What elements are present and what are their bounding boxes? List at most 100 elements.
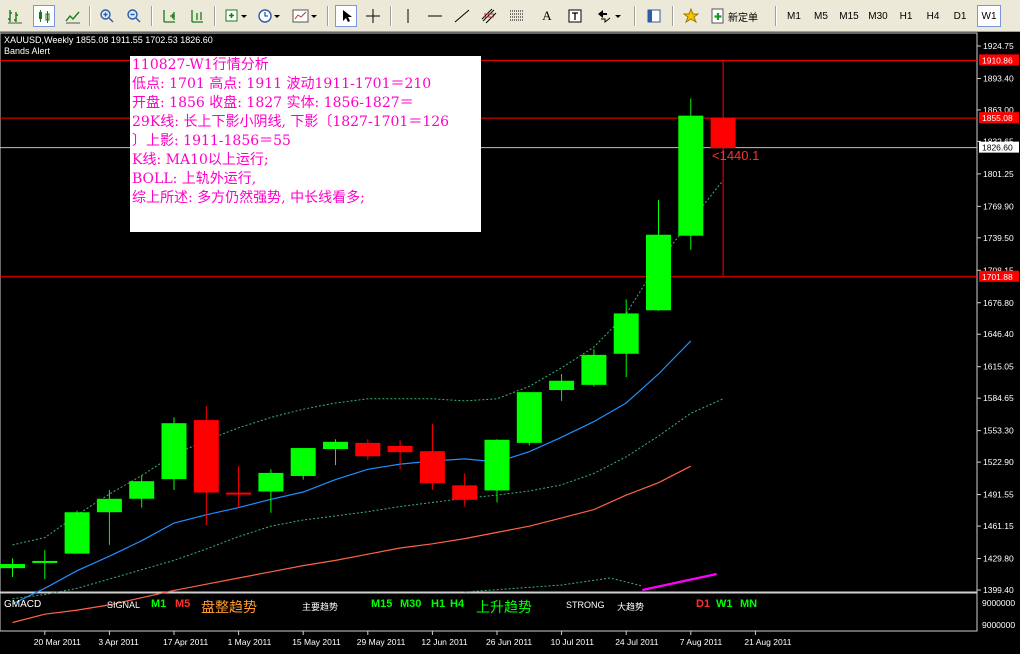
- timeframe-h1[interactable]: H1: [894, 5, 918, 27]
- bullish-candle[interactable]: [96, 498, 122, 513]
- gmacd-signal-label: SIGNAL: [107, 600, 141, 610]
- price-tick-label: 1646.40: [983, 329, 1014, 339]
- bullish-candle[interactable]: [258, 472, 284, 492]
- text-label-icon[interactable]: [564, 5, 586, 27]
- gmacd-uptrend-label: 上升趋势: [476, 600, 532, 616]
- level-price-label: 1701.88: [982, 272, 1013, 282]
- bearish-candle[interactable]: [193, 420, 219, 493]
- autoscroll-icon[interactable]: [158, 5, 180, 27]
- expert-icon[interactable]: [680, 5, 702, 27]
- gmacd-name: GMACD: [4, 599, 42, 610]
- bullish-candle[interactable]: [32, 560, 58, 563]
- gmacd-m5: M5: [175, 598, 191, 610]
- timeframe-h4[interactable]: H4: [921, 5, 945, 27]
- gmacd-big-trend-label: 大趋势: [617, 603, 645, 613]
- bullish-candle[interactable]: [516, 392, 542, 443]
- bullish-candle[interactable]: [161, 423, 187, 480]
- bullish-candle[interactable]: [581, 354, 607, 385]
- indicator-name: Bands Alert: [4, 46, 51, 56]
- timeframe-m30[interactable]: M30: [865, 5, 891, 27]
- analysis-line-3: 开盘: 1856 收盘: 1827 实体: 1856-1827＝: [132, 95, 414, 111]
- analysis-line-7: BOLL: 上轨外运行,: [132, 171, 257, 187]
- candlestick-chart-icon[interactable]: [33, 5, 55, 27]
- periods-icon[interactable]: [255, 5, 283, 27]
- level-price-label: 1855.08: [982, 113, 1013, 123]
- price-tick-label: 1553.30: [983, 426, 1014, 436]
- bullish-candle[interactable]: [678, 115, 704, 236]
- date-tick-label: 24 Jul 2011: [615, 637, 659, 647]
- date-tick-label: 3 Apr 2011: [98, 637, 139, 647]
- gmacd-m30: M30: [400, 598, 422, 610]
- date-tick-label: 1 May 2011: [228, 637, 272, 647]
- bullish-candle[interactable]: [129, 481, 155, 499]
- gmacd-consolidation-label: 盘整趋势: [201, 600, 257, 616]
- gmacd-axis-bottom: 9000000: [982, 620, 1015, 630]
- bullish-candle[interactable]: [290, 448, 316, 476]
- date-tick-label: 29 May 2011: [357, 637, 406, 647]
- main-toolbar: A 新定单 M1 M5 M15 M30 H1 H4 D1 W1: [0, 0, 1020, 32]
- timeframe-m5[interactable]: M5: [809, 5, 833, 27]
- vertical-line-icon[interactable]: [397, 5, 419, 27]
- price-tick-label: 1615.05: [983, 362, 1014, 372]
- price-tick-label: 1461.15: [983, 521, 1014, 531]
- gmacd-d1: D1: [696, 598, 711, 610]
- bullish-candle[interactable]: [0, 564, 25, 569]
- date-tick-label: 20 Mar 2011: [34, 637, 81, 647]
- text-icon[interactable]: A: [536, 5, 558, 27]
- date-tick-label: 12 Jun 2011: [421, 637, 467, 647]
- timeframe-m15[interactable]: M15: [836, 5, 862, 27]
- bearish-candle[interactable]: [452, 485, 478, 500]
- crosshair-icon[interactable]: [362, 5, 384, 27]
- analysis-line-8: 综上所述: 多方仍然强势, 中长线看多;: [132, 190, 365, 206]
- symbol-info: XAUUSD,Weekly 1855.08 1911.55 1702.53 18…: [4, 35, 213, 45]
- timeframe-m1[interactable]: M1: [782, 5, 806, 27]
- line-chart-icon[interactable]: [62, 5, 84, 27]
- bearish-candle[interactable]: [355, 442, 381, 457]
- cursor-icon[interactable]: [335, 5, 357, 27]
- new-order-icon: [711, 8, 724, 24]
- bullish-candle[interactable]: [323, 441, 348, 450]
- price-tick-label: 1429.80: [983, 554, 1014, 564]
- price-tick-label: 1739.50: [983, 233, 1014, 243]
- bar-chart-icon[interactable]: [4, 5, 26, 27]
- analysis-line-2: 低点: 1701 高点: 1911 波动1911-1701＝210: [132, 76, 432, 92]
- horizontal-line-icon[interactable]: [424, 5, 446, 27]
- bullish-candle[interactable]: [646, 234, 671, 311]
- fibonacci-icon[interactable]: [506, 5, 528, 27]
- arrows-icon[interactable]: [594, 5, 624, 27]
- price-tick-label: 1491.55: [983, 490, 1014, 500]
- analysis-line-5: 〕上影: 1911-1856＝55: [132, 133, 291, 149]
- price-tick-label: 1399.40: [983, 585, 1014, 595]
- navigator-icon[interactable]: [643, 5, 665, 27]
- bullish-candle[interactable]: [484, 439, 510, 491]
- zoom-out-icon[interactable]: [123, 5, 145, 27]
- new-order-label: 新定单: [728, 12, 758, 24]
- bearish-candle[interactable]: [419, 451, 445, 484]
- bullish-candle[interactable]: [64, 512, 90, 554]
- analysis-text-box[interactable]: 110827-W1行情分析 低点: 1701 高点: 1911 波动1911-1…: [130, 56, 481, 232]
- bearish-candle[interactable]: [387, 445, 413, 453]
- price-tick-label: 1769.90: [983, 201, 1014, 211]
- templates-icon[interactable]: [290, 5, 320, 27]
- trendline-icon[interactable]: [451, 5, 473, 27]
- timeframe-d1[interactable]: D1: [948, 5, 972, 27]
- price-annotation: <1440.1: [712, 148, 759, 163]
- date-tick-label: 26 Jun 2011: [486, 637, 532, 647]
- date-tick-label: 15 May 2011: [292, 637, 341, 647]
- channel-icon[interactable]: [478, 5, 500, 27]
- bearish-candle[interactable]: [710, 117, 736, 149]
- price-tick-label: 1584.65: [983, 393, 1014, 403]
- timeframe-w1[interactable]: W1: [977, 5, 1001, 27]
- new-order-button[interactable]: 新定单: [710, 5, 768, 27]
- tile-icon[interactable]: [186, 5, 208, 27]
- date-axis: 20 Mar 2011 3 Apr 2011 17 Apr 2011 1 May 20…: [34, 631, 792, 647]
- bullish-candle[interactable]: [549, 380, 575, 391]
- bearish-candle[interactable]: [226, 492, 252, 495]
- price-tick-label: 1801.25: [983, 169, 1014, 179]
- price-tick-label: 1924.75: [983, 41, 1014, 51]
- indicators-icon[interactable]: [222, 5, 250, 27]
- date-tick-label: 10 Jul 2011: [551, 637, 595, 647]
- zoom-in-icon[interactable]: [96, 5, 118, 27]
- gmacd-strong-label: STRONG: [566, 600, 605, 610]
- bullish-candle[interactable]: [613, 313, 639, 354]
